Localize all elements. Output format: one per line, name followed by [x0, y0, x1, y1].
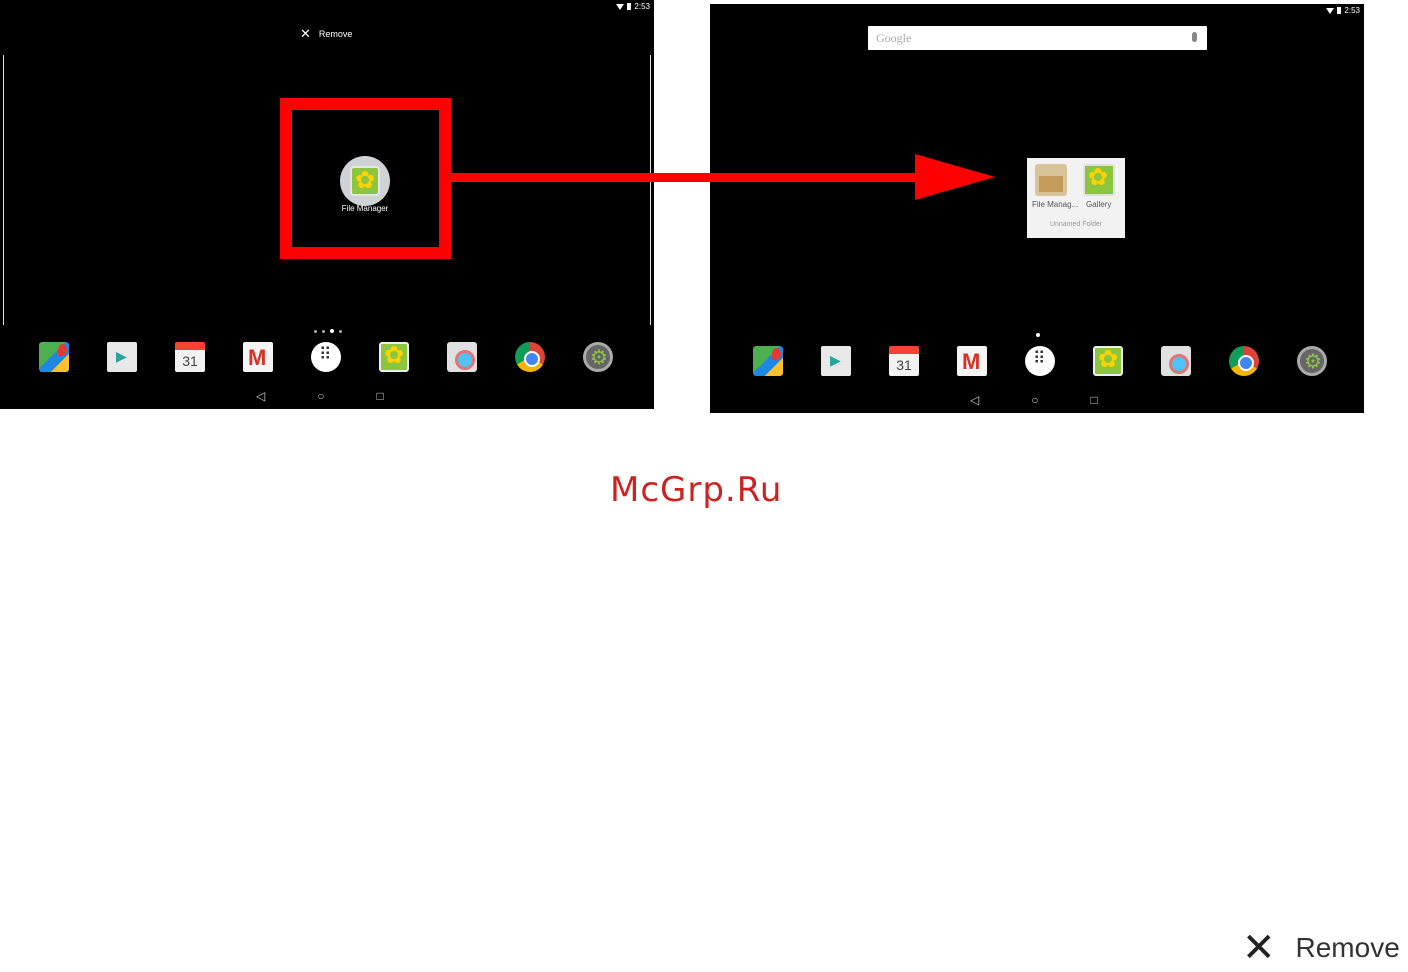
page-indicator	[1036, 333, 1040, 337]
maps-icon[interactable]	[39, 342, 69, 372]
home-icon[interactable]: ○	[1031, 393, 1038, 407]
remove-drop-target[interactable]: ✕ Remove	[300, 27, 352, 40]
gmail-icon[interactable]	[243, 342, 273, 372]
calendar-icon[interactable]: 31	[175, 342, 205, 372]
page-dot-active	[330, 329, 334, 333]
app-launcher-icon[interactable]	[311, 342, 341, 372]
folder-name: Unnamed Folder	[1049, 221, 1103, 228]
highlight-box	[280, 98, 451, 259]
page-dot	[322, 329, 325, 333]
gallery-icon[interactable]	[379, 341, 409, 372]
gmail-icon[interactable]	[957, 346, 987, 376]
page-dot-active	[1036, 333, 1040, 337]
remove-callout: ✕ Remove	[1242, 928, 1400, 968]
camera-icon[interactable]	[1161, 346, 1191, 376]
play-store-icon[interactable]	[107, 342, 137, 372]
calendar-icon[interactable]: 31	[889, 346, 919, 376]
close-icon: ✕	[300, 26, 311, 41]
google-search-bar[interactable]: Google	[868, 26, 1207, 50]
chrome-icon[interactable]	[515, 342, 545, 372]
recents-icon[interactable]: □	[1090, 393, 1097, 407]
left-edge-line	[3, 55, 4, 325]
battery-icon	[1337, 7, 1342, 14]
remove-label: Remove	[318, 28, 353, 39]
home-icon[interactable]: ○	[317, 389, 324, 403]
gallery-icon[interactable]	[1083, 163, 1115, 196]
folder-item-label: File Manag...	[1032, 200, 1079, 209]
dock: 31	[39, 341, 613, 372]
settings-icon[interactable]	[583, 342, 613, 372]
status-bar: 2:53	[1326, 6, 1360, 15]
close-icon: ✕	[1242, 926, 1276, 970]
camera-icon[interactable]	[447, 342, 477, 372]
right-screenshot: 2:53 Google File Manag... Gallery Unname…	[710, 4, 1364, 413]
chrome-icon[interactable]	[1229, 346, 1259, 376]
page-dot	[339, 329, 342, 333]
arrow-head	[915, 154, 995, 200]
maps-icon[interactable]	[753, 346, 783, 376]
file-manager-icon[interactable]	[1035, 164, 1067, 196]
wifi-icon	[1326, 7, 1335, 14]
clock: 2:53	[1344, 6, 1360, 15]
right-edge-line	[650, 55, 651, 325]
page-dot	[314, 329, 317, 333]
app-folder[interactable]: File Manag... Gallery Unnamed Folder	[1027, 158, 1125, 238]
status-bar: 2:53	[616, 2, 650, 11]
settings-icon[interactable]	[1297, 346, 1327, 376]
nav-bar: ◁ ○ □	[256, 389, 384, 403]
clock: 2:53	[634, 2, 650, 11]
nav-bar: ◁ ○ □	[970, 393, 1098, 407]
mic-icon[interactable]	[1192, 32, 1197, 42]
dock: 31	[753, 345, 1327, 376]
page: 2:53 ✕ Remove File Manager 31	[0, 0, 1408, 972]
wifi-icon	[616, 3, 625, 10]
search-placeholder: Google	[876, 31, 912, 45]
page-indicator	[314, 329, 342, 333]
remove-callout-label: Remove	[1295, 932, 1400, 963]
recents-icon[interactable]: □	[376, 389, 383, 403]
back-icon[interactable]: ◁	[256, 389, 265, 403]
folder-item-label: Gallery	[1086, 200, 1112, 209]
battery-icon	[627, 3, 632, 10]
app-launcher-icon[interactable]	[1025, 346, 1055, 376]
watermark: McGrp.Ru	[610, 470, 783, 510]
arrow-shaft	[451, 173, 921, 182]
back-icon[interactable]: ◁	[970, 393, 979, 407]
gallery-icon[interactable]	[1093, 345, 1123, 376]
play-store-icon[interactable]	[821, 346, 851, 376]
